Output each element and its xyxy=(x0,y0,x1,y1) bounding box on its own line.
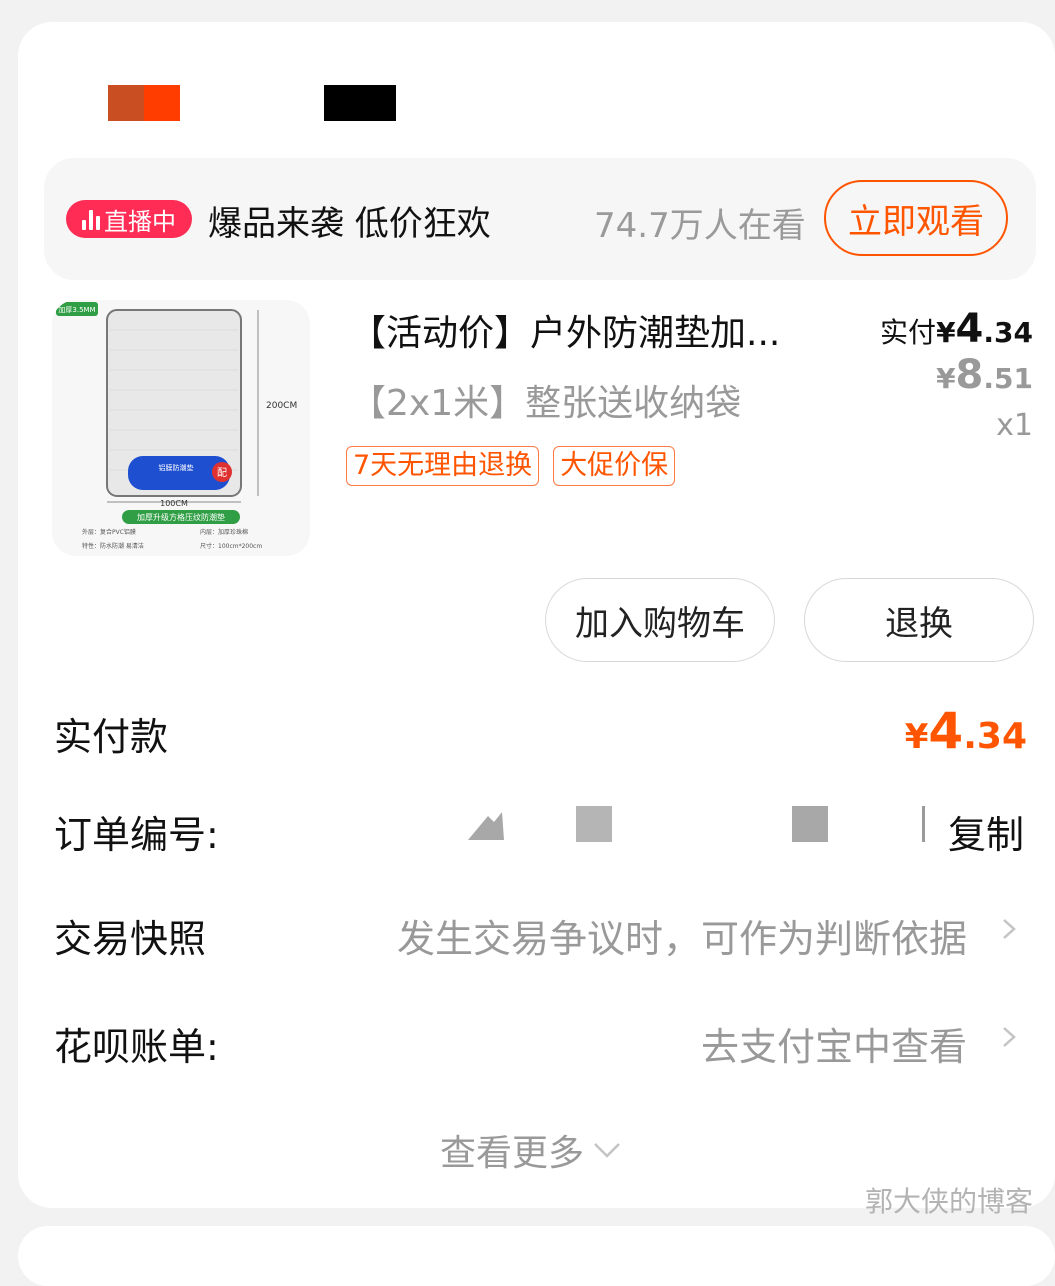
view-more-label: 查看更多 xyxy=(440,1133,585,1174)
chevron-right-icon[interactable] xyxy=(998,1026,1020,1048)
huabei-value[interactable]: 去支付宝中查看 xyxy=(701,1016,967,1071)
width-label: 100CM xyxy=(160,499,188,508)
image-spec-text: 尺寸：100cm*200cm xyxy=(200,542,262,550)
shop-logo-redacted xyxy=(144,85,180,121)
original-price: ¥8.51 xyxy=(936,352,1033,398)
order-number-label: 订单编号: xyxy=(54,813,219,857)
service-tags: 7天无理由退换 大促价保 xyxy=(346,446,676,486)
order-number-redacted xyxy=(576,806,612,842)
orig-currency: ¥ xyxy=(936,362,956,395)
service-tag: 7天无理由退换 xyxy=(346,446,540,486)
shop-name-redacted xyxy=(324,85,396,121)
order-number-redacted xyxy=(468,812,504,840)
add-to-cart-button[interactable]: 加入购物车 xyxy=(545,578,775,662)
copy-separator xyxy=(922,806,925,842)
paid-int: 4 xyxy=(955,306,984,352)
live-title: 爆品来袭 低价狂欢 xyxy=(208,204,491,244)
live-viewers: 74.7万人在看 xyxy=(594,206,806,246)
view-more-button[interactable]: 查看更多 xyxy=(440,1124,622,1176)
sleeping-pad-illustration: 加厚3.5MM 200CM 100CM 配 铝膜防潮垫 加厚升级方格压纹防潮垫 … xyxy=(56,302,297,550)
image-spec-text: 内层：加厚珍珠棉 xyxy=(200,528,248,536)
image-banner-text: 加厚升级方格压纹防潮垫 xyxy=(137,512,225,522)
paid-currency: ¥ xyxy=(936,316,956,349)
paid-dec: .34 xyxy=(983,316,1033,349)
snapshot-label: 交易快照 xyxy=(54,917,207,961)
paid-price: 实付¥4.34 xyxy=(880,306,1033,352)
total-currency: ¥ xyxy=(904,717,929,757)
watermark: 郭大侠的博客 xyxy=(864,1185,1033,1218)
live-bars-icon xyxy=(82,208,100,230)
total-dec: .34 xyxy=(963,716,1027,757)
live-badge: 直播中 xyxy=(66,200,192,238)
bag-tag-text: 配 xyxy=(217,467,227,479)
service-tag: 大促价保 xyxy=(553,446,676,486)
paid-label: 实付 xyxy=(880,316,937,349)
image-badge-text: 加厚3.5MM xyxy=(58,305,95,314)
product-title[interactable]: 【活动价】户外防潮垫加... xyxy=(350,304,780,356)
snapshot-value[interactable]: 发生交易争议时，可作为判断依据 xyxy=(397,908,967,963)
orig-dec: .51 xyxy=(983,362,1033,395)
huabei-label: 花呗账单: xyxy=(54,1025,219,1069)
orig-int: 8 xyxy=(955,352,984,398)
watch-now-button[interactable]: 立即观看 xyxy=(824,180,1008,256)
quantity: x1 xyxy=(996,408,1033,443)
chevron-down-icon xyxy=(594,1143,620,1158)
height-label: 200CM xyxy=(266,401,297,411)
return-exchange-button[interactable]: 退换 xyxy=(804,578,1034,662)
chevron-right-icon[interactable] xyxy=(998,918,1020,940)
total-label: 实付款 xyxy=(54,715,169,759)
copy-button[interactable]: 复制 xyxy=(948,804,1024,859)
total-int: 4 xyxy=(928,702,964,760)
product-image[interactable]: 加厚3.5MM 200CM 100CM 配 铝膜防潮垫 加厚升级方格压纹防潮垫 … xyxy=(52,300,310,556)
shop-logo-redacted xyxy=(108,85,144,121)
product-variant: 【2x1米】整张送收纳袋 xyxy=(350,383,742,424)
bag-label-text: 铝膜防潮垫 xyxy=(159,463,194,472)
image-spec-text: 特性：防水防潮 易清洁 xyxy=(82,542,144,550)
next-card xyxy=(18,1226,1055,1286)
order-number-redacted xyxy=(792,806,828,842)
total-amount: ¥4.34 xyxy=(905,702,1027,760)
image-spec-text: 外层：复合PVC铝膜 xyxy=(82,528,136,536)
